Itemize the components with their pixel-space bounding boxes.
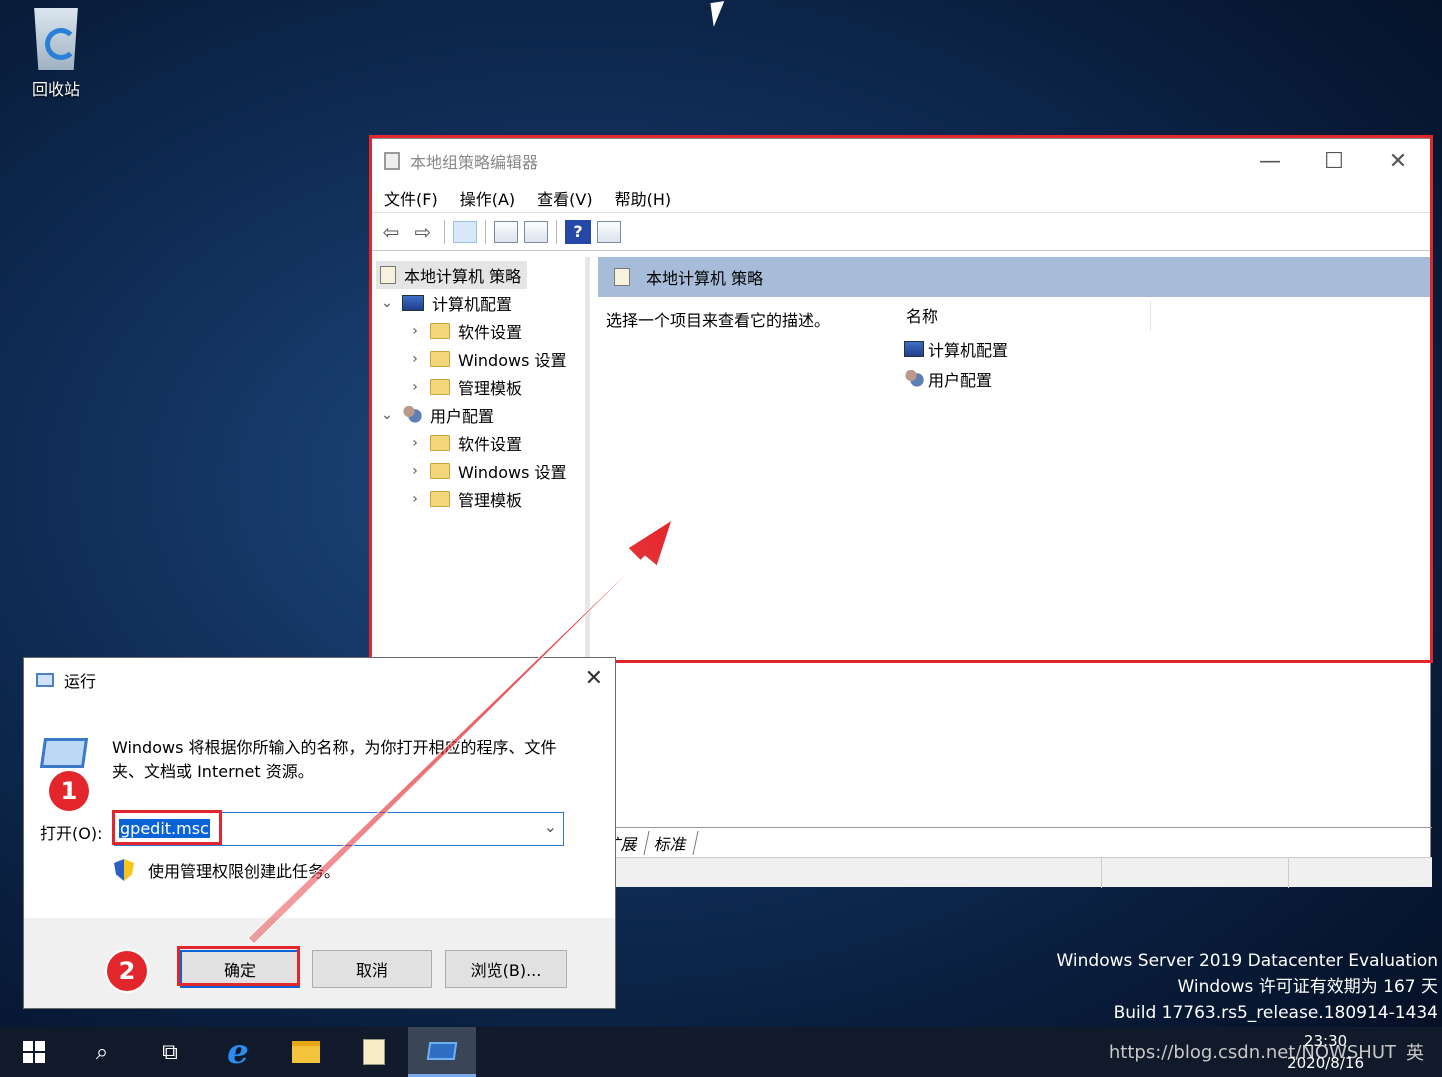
taskbar: ⌕ ⧉ e https://blog.csdn.net/NOWSHUT 英 23… (0, 1027, 1442, 1077)
clock-time: 23:30 (1303, 1032, 1348, 1050)
system-tray: https://blog.csdn.net/NOWSHUT 英 (1109, 1027, 1432, 1077)
windows-logo-icon (23, 1041, 45, 1063)
ime-indicator[interactable]: 英 (1406, 1039, 1424, 1065)
annotation-arrow (247, 518, 673, 945)
search-icon[interactable]: ⌕ (68, 1027, 136, 1077)
os-watermark: Windows Server 2019 Datacenter Evaluatio… (1056, 951, 1439, 1023)
file-explorer-icon[interactable] (272, 1027, 340, 1077)
task-view-icon[interactable]: ⧉ (136, 1027, 204, 1077)
notepad-icon[interactable] (340, 1027, 408, 1077)
internet-explorer-icon[interactable]: e (204, 1027, 272, 1077)
clock-date: 2020/8/16 (1287, 1054, 1364, 1072)
clock[interactable]: 23:30 2020/8/16 (1287, 1030, 1364, 1074)
run-taskbar-icon[interactable] (408, 1027, 476, 1077)
start-button[interactable] (0, 1027, 68, 1077)
